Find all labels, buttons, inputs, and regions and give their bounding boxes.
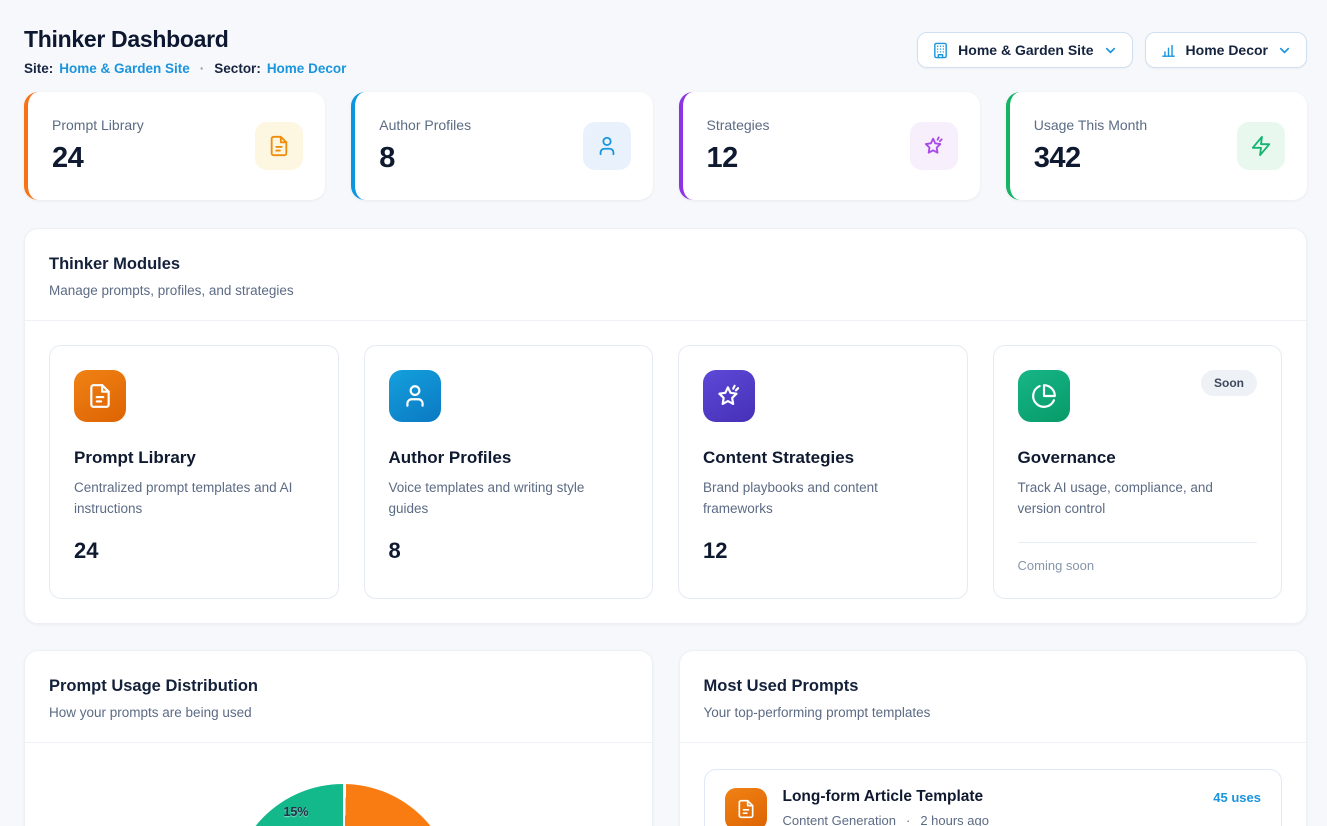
prompt-list: Long-form Article Template Content Gener… — [680, 743, 1307, 826]
prompts-subtitle: Your top-performing prompt templates — [704, 705, 1283, 720]
bottom-row: Prompt Usage Distribution How your promp… — [24, 650, 1307, 826]
stat-label: Author Profiles — [379, 117, 471, 133]
site-link[interactable]: Home & Garden Site — [59, 61, 190, 76]
user-icon — [583, 122, 631, 170]
prompt-usage-card: Prompt Usage Distribution How your promp… — [24, 650, 653, 826]
module-description: Track AI usage, compliance, and version … — [1018, 478, 1248, 520]
stat-card-prompt-library: Prompt Library 24 — [24, 92, 325, 200]
module-card-author-profiles[interactable]: Author Profiles Voice templates and writ… — [364, 345, 654, 599]
prompt-uses-badge: 45 uses — [1213, 790, 1261, 805]
stat-card-author-profiles: Author Profiles 8 — [351, 92, 652, 200]
pie-chart-icon — [1018, 370, 1070, 422]
stat-info: Usage This Month 342 — [1034, 117, 1147, 175]
bar-chart-icon — [1160, 42, 1177, 59]
star-sparkle-icon — [703, 370, 755, 422]
prompt-time: 2 hours ago — [920, 813, 989, 826]
module-card-prompt-library[interactable]: Prompt Library Centralized prompt templa… — [49, 345, 339, 599]
module-count: 24 — [74, 538, 314, 564]
donut-ring[interactable] — [231, 784, 455, 826]
page-title: Thinker Dashboard — [24, 26, 346, 53]
module-count: 8 — [389, 538, 629, 564]
stat-value: 342 — [1034, 142, 1147, 175]
star-sparkle-icon — [910, 122, 958, 170]
header-selectors: Home & Garden Site Home Decor — [917, 32, 1307, 68]
stat-label: Strategies — [707, 117, 770, 133]
module-count: 12 — [703, 538, 943, 564]
file-text-icon — [725, 788, 767, 826]
module-title: Content Strategies — [703, 448, 943, 468]
module-description: Voice templates and writing style guides — [389, 478, 619, 520]
chevron-down-icon — [1103, 43, 1118, 58]
file-text-icon — [74, 370, 126, 422]
thinker-modules-panel: Thinker Modules Manage prompts, profiles… — [24, 228, 1307, 624]
module-title: Prompt Library — [74, 448, 314, 468]
prompt-title: Long-form Article Template — [783, 788, 1198, 806]
modules-subtitle: Manage prompts, profiles, and strategies — [49, 283, 1282, 298]
header-left: Thinker Dashboard Site: Home & Garden Si… — [24, 24, 346, 76]
module-card-content-strategies[interactable]: Content Strategies Brand playbooks and c… — [678, 345, 968, 599]
modules-header: Thinker Modules Manage prompts, profiles… — [25, 229, 1306, 321]
zap-icon — [1237, 122, 1285, 170]
stats-row: Prompt Library 24 Author Profiles 8 Stra… — [24, 92, 1307, 200]
module-description: Brand playbooks and content frameworks — [703, 478, 933, 520]
stat-label: Prompt Library — [52, 117, 144, 133]
stat-card-strategies: Strategies 12 — [679, 92, 980, 200]
module-description: Centralized prompt templates and AI inst… — [74, 478, 304, 520]
stat-value: 12 — [707, 142, 770, 175]
stat-info: Strategies 12 — [707, 117, 770, 175]
stat-info: Author Profiles 8 — [379, 117, 471, 175]
donut-slice-label: 15% — [283, 805, 308, 819]
sector-link[interactable]: Home Decor — [267, 61, 347, 76]
sector-selector-label: Home Decor — [1186, 42, 1268, 58]
donut-chart: 15% — [25, 743, 652, 826]
file-text-icon — [255, 122, 303, 170]
module-title: Author Profiles — [389, 448, 629, 468]
site-label: Site: — [24, 61, 53, 76]
stat-label: Usage This Month — [1034, 117, 1147, 133]
most-used-prompts-card: Most Used Prompts Your top-performing pr… — [679, 650, 1308, 826]
user-icon — [389, 370, 441, 422]
dashboard-page: Thinker Dashboard Site: Home & Garden Si… — [0, 0, 1327, 826]
modules-grid: Prompt Library Centralized prompt templa… — [25, 321, 1306, 623]
stat-info: Prompt Library 24 — [52, 117, 144, 175]
list-item[interactable]: Long-form Article Template Content Gener… — [704, 769, 1283, 826]
site-selector-dropdown[interactable]: Home & Garden Site — [917, 32, 1132, 68]
prompt-category: Content Generation — [783, 813, 896, 826]
stat-value: 24 — [52, 142, 144, 175]
separator-dot: · — [906, 813, 910, 826]
sector-label: Sector: — [214, 61, 261, 76]
prompt-meta: Content Generation · 2 hours ago — [783, 813, 1198, 826]
chevron-down-icon — [1277, 43, 1292, 58]
chart-title: Prompt Usage Distribution — [49, 677, 628, 696]
modules-title: Thinker Modules — [49, 255, 1282, 274]
breadcrumb: Site: Home & Garden Site · Sector: Home … — [24, 61, 346, 76]
module-footer: Coming soon — [1018, 558, 1258, 573]
site-selector-label: Home & Garden Site — [958, 42, 1093, 58]
sector-selector-dropdown[interactable]: Home Decor — [1145, 32, 1307, 68]
prompt-body: Long-form Article Template Content Gener… — [783, 788, 1198, 826]
top-bar: Thinker Dashboard Site: Home & Garden Si… — [24, 24, 1307, 76]
stat-value: 8 — [379, 142, 471, 175]
chart-subtitle: How your prompts are being used — [49, 705, 628, 720]
chart-header: Prompt Usage Distribution How your promp… — [25, 651, 652, 743]
separator-dot: · — [200, 61, 205, 76]
divider — [1018, 542, 1258, 543]
module-title: Governance — [1018, 448, 1258, 468]
prompts-title: Most Used Prompts — [704, 677, 1283, 696]
module-card-governance[interactable]: Soon Governance Track AI usage, complian… — [993, 345, 1283, 599]
prompts-header: Most Used Prompts Your top-performing pr… — [680, 651, 1307, 743]
building-icon — [932, 42, 949, 59]
soon-badge: Soon — [1201, 370, 1257, 396]
stat-card-usage: Usage This Month 342 — [1006, 92, 1307, 200]
